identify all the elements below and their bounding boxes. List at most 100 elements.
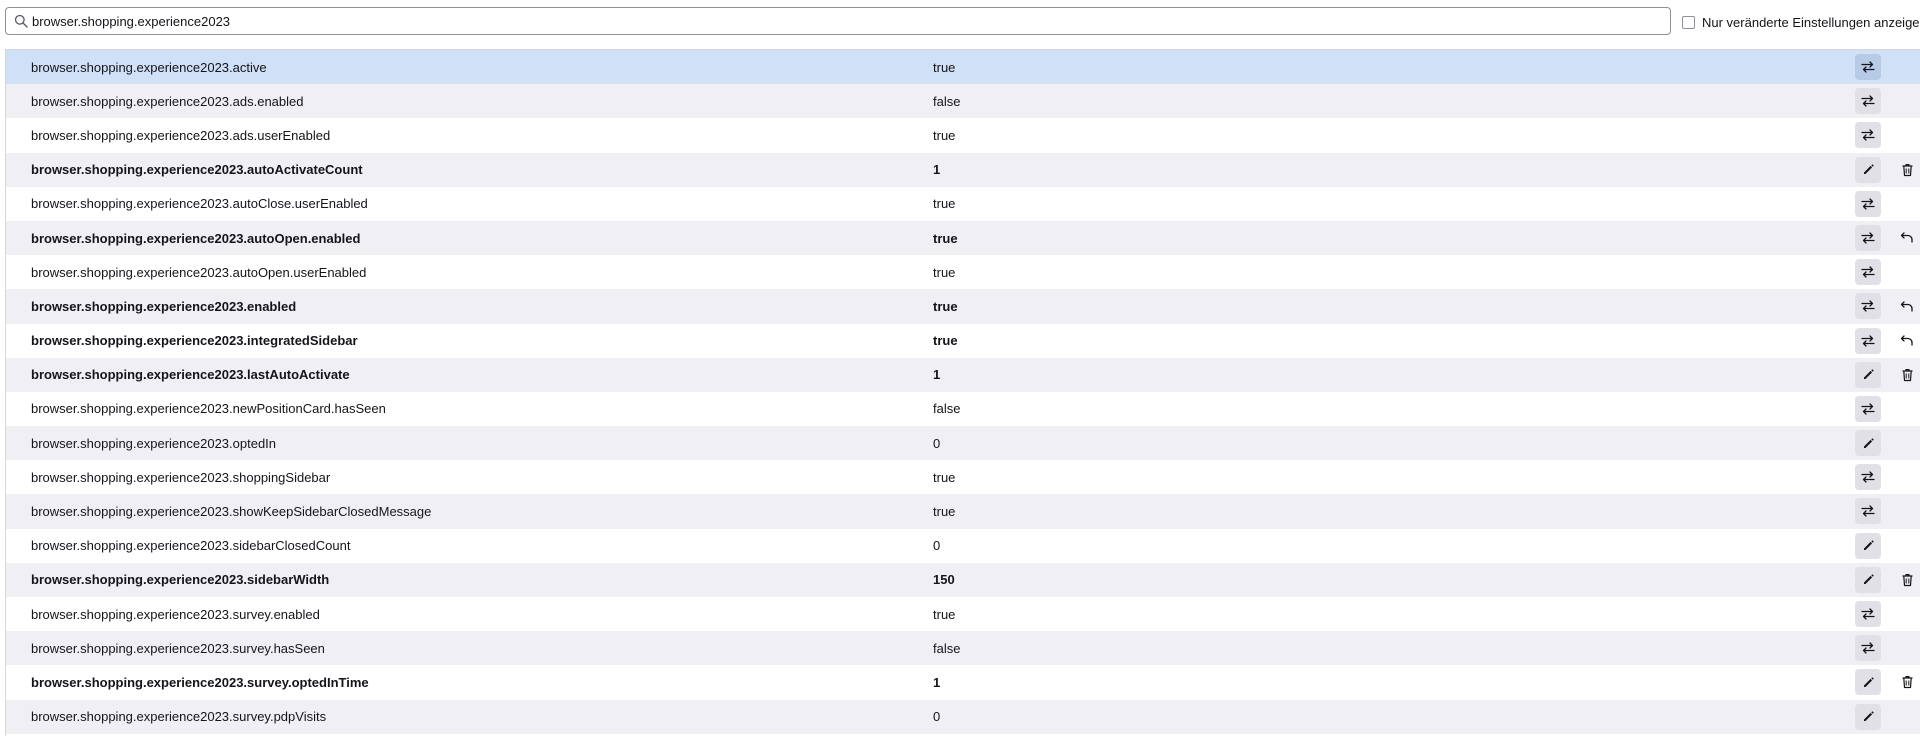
toggle-button[interactable] [1855, 54, 1881, 80]
edit-button[interactable] [1855, 703, 1881, 730]
pref-row[interactable]: browser.shopping.experience2023.active tr… [6, 50, 1920, 85]
toggle-button[interactable] [1855, 88, 1881, 115]
toggle-icon [1861, 334, 1875, 348]
pencil-icon [1862, 163, 1875, 176]
edit-button[interactable] [1855, 566, 1881, 593]
show-modified-checkbox[interactable] [1682, 15, 1695, 29]
edit-button[interactable] [1855, 156, 1881, 183]
pref-name: browser.shopping.experience2023.newPosit… [31, 401, 386, 417]
pref-name: browser.shopping.experience2023.survey.o… [31, 674, 369, 690]
pref-row[interactable]: browser.shopping.experience2023.newPosit… [6, 391, 1920, 427]
pref-row[interactable]: browser.shopping.experience2023.autoClos… [6, 186, 1920, 221]
trash-icon [1901, 368, 1914, 382]
delete-button[interactable] [1894, 669, 1920, 695]
pref-value[interactable]: true [933, 333, 958, 348]
reset-button[interactable] [1894, 225, 1920, 251]
pref-value[interactable]: 150 [933, 572, 955, 587]
edit-button[interactable] [1855, 430, 1881, 457]
pref-row[interactable]: browser.shopping.experience2023.ads.user… [6, 118, 1920, 153]
pref-row[interactable]: browser.shopping.experience2023.survey.o… [6, 665, 1920, 700]
undo-icon [1900, 300, 1914, 313]
trash-icon [1901, 163, 1914, 177]
toggle-button[interactable] [1855, 498, 1881, 525]
pref-value[interactable]: true [933, 470, 955, 485]
toggle-button[interactable] [1855, 224, 1881, 251]
delete-button[interactable] [1894, 567, 1920, 593]
search-input[interactable] [32, 10, 1652, 32]
toggle-icon [1861, 641, 1875, 655]
pref-row[interactable]: browser.shopping.experience2023.showKeep… [6, 494, 1920, 529]
toggle-button[interactable] [1855, 122, 1881, 149]
pref-row[interactable]: browser.shopping.experience2023.integrat… [6, 323, 1920, 358]
pref-name: browser.shopping.experience2023.shopping… [31, 469, 331, 485]
pref-row[interactable]: browser.shopping.experience2023.survey.p… [6, 699, 1920, 734]
undo-icon [1900, 231, 1914, 244]
pref-value[interactable]: false [933, 94, 960, 109]
reset-button[interactable] [1894, 328, 1920, 354]
pref-row[interactable]: browser.shopping.experience2023.optedIn 0 [6, 426, 1920, 461]
preferences-table: browser.shopping.experience2023.active tr… [5, 49, 1920, 736]
edit-button[interactable] [1855, 361, 1881, 388]
toggle-button[interactable] [1855, 464, 1881, 491]
pref-value[interactable]: true [933, 504, 955, 519]
pref-value[interactable]: 1 [933, 367, 940, 382]
pref-value[interactable]: 0 [933, 538, 940, 553]
delete-button[interactable] [1894, 157, 1920, 183]
toggle-icon [1861, 299, 1875, 313]
delete-button[interactable] [1894, 362, 1920, 388]
toggle-icon [1861, 402, 1875, 416]
pref-value[interactable]: true [933, 60, 955, 75]
pref-row[interactable]: browser.shopping.experience2023.ads.enab… [6, 84, 1920, 119]
toggle-icon [1861, 197, 1875, 211]
pencil-icon [1862, 368, 1875, 381]
pref-value[interactable]: 0 [933, 436, 940, 451]
pref-row[interactable]: browser.shopping.experience2023.enabled t… [6, 289, 1920, 324]
pref-row[interactable]: browser.shopping.experience2023.sidebarC… [6, 528, 1920, 563]
pref-value[interactable]: 1 [933, 675, 940, 690]
toggle-button[interactable] [1855, 259, 1881, 286]
pref-value[interactable]: true [933, 299, 958, 314]
trash-icon [1901, 675, 1914, 689]
toggle-button[interactable] [1855, 190, 1881, 217]
pref-name: browser.shopping.experience2023.sidebarC… [31, 538, 351, 554]
pref-value[interactable]: false [933, 641, 960, 656]
pref-value[interactable]: true [933, 607, 955, 622]
pref-value[interactable]: 1 [933, 162, 940, 177]
search-box[interactable] [5, 7, 1671, 35]
edit-button[interactable] [1855, 532, 1881, 559]
toggle-icon [1861, 94, 1875, 108]
toggle-button[interactable] [1855, 327, 1881, 354]
pref-name: browser.shopping.experience2023.ads.user… [31, 127, 331, 143]
pref-value[interactable]: false [933, 401, 960, 416]
pencil-icon [1862, 539, 1875, 552]
pref-value[interactable]: true [933, 265, 955, 280]
pref-row[interactable]: browser.shopping.experience2023.sidebarW… [6, 562, 1920, 597]
toggle-icon [1861, 128, 1875, 142]
pref-row[interactable]: browser.shopping.experience2023.autoOpen… [6, 255, 1920, 290]
pref-name: browser.shopping.experience2023.enabled [31, 298, 297, 314]
pref-row[interactable]: browser.shopping.experience2023.shopping… [6, 460, 1920, 495]
pref-row[interactable]: browser.shopping.experience2023.autoActi… [6, 152, 1920, 187]
toggle-icon [1861, 60, 1875, 74]
reset-button[interactable] [1894, 293, 1920, 319]
pencil-icon [1862, 676, 1875, 689]
toggle-button[interactable] [1855, 635, 1881, 662]
toggle-icon [1861, 504, 1875, 518]
edit-button[interactable] [1855, 669, 1881, 696]
pref-row[interactable]: browser.shopping.experience2023.survey.e… [6, 597, 1920, 632]
pref-value[interactable]: true [933, 231, 958, 246]
pref-value[interactable]: true [933, 196, 955, 211]
toggle-button[interactable] [1855, 601, 1881, 627]
toggle-button[interactable] [1855, 293, 1881, 320]
pref-value[interactable]: true [933, 128, 955, 143]
pref-name: browser.shopping.experience2023.survey.h… [31, 640, 325, 656]
pref-row[interactable]: browser.shopping.experience2023.survey.h… [6, 631, 1920, 666]
pref-row[interactable]: browser.shopping.experience2023.lastAuto… [6, 357, 1920, 392]
pref-row[interactable]: browser.shopping.experience2023.autoOpen… [6, 220, 1920, 256]
show-modified-filter[interactable]: Nur veränderte Einstellungen anzeigen [1682, 14, 1920, 30]
search-icon [14, 14, 28, 28]
pref-name: browser.shopping.experience2023.autoOpen… [31, 264, 367, 280]
show-modified-label: Nur veränderte Einstellungen anzeigen [1702, 14, 1920, 30]
toggle-button[interactable] [1855, 395, 1881, 422]
pref-value[interactable]: 0 [933, 709, 940, 724]
